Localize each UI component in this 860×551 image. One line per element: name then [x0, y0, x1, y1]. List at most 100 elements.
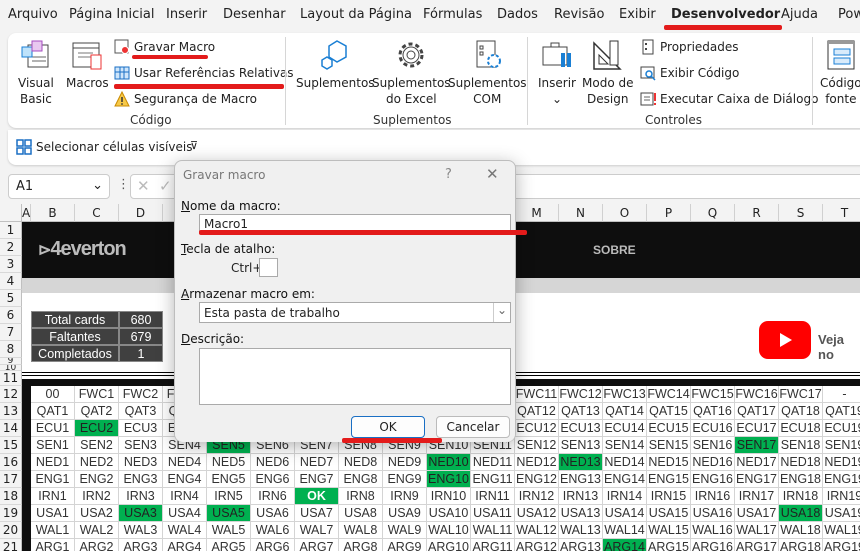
- sticker-cell[interactable]: NED11: [471, 454, 515, 471]
- sticker-cell[interactable]: WAL10: [427, 522, 471, 539]
- sticker-cell[interactable]: ENG10: [427, 471, 471, 488]
- selecionar-celulas-visiveis-button[interactable]: Selecionar células visíveis: [16, 139, 192, 155]
- sticker-cell[interactable]: FWC15: [691, 386, 735, 403]
- tab-página-inicial[interactable]: Página Inicial: [69, 7, 154, 22]
- sticker-cell[interactable]: SEN16: [691, 437, 735, 454]
- sticker-cell[interactable]: USA8: [339, 505, 383, 522]
- sticker-cell[interactable]: WAL8: [339, 522, 383, 539]
- sticker-cell[interactable]: WAL13: [559, 522, 603, 539]
- row-header-21[interactable]: 21: [0, 539, 22, 551]
- suplementos-button[interactable]: Suplementos: [296, 39, 375, 91]
- sticker-cell[interactable]: USA13: [559, 505, 603, 522]
- store-macro-select[interactable]: Esta pasta de trabalho ⌄: [199, 302, 511, 323]
- sticker-cell[interactable]: SEN2: [75, 437, 119, 454]
- sticker-cell[interactable]: ENG11: [471, 471, 515, 488]
- sticker-cell[interactable]: IRN16: [691, 488, 735, 505]
- row-header-3[interactable]: 3: [0, 256, 22, 273]
- sticker-cell[interactable]: ENG1: [31, 471, 75, 488]
- sticker-cell[interactable]: ECU2: [75, 420, 119, 437]
- usar-referencias-relativas-button[interactable]: Usar Referências Relativas: [114, 65, 294, 81]
- sticker-cell[interactable]: SEN12: [515, 437, 559, 454]
- sticker-cell[interactable]: ECU17: [735, 420, 779, 437]
- sticker-cell[interactable]: ARG9: [383, 539, 427, 551]
- sticker-cell[interactable]: ARG8: [339, 539, 383, 551]
- sticker-cell[interactable]: FWC1: [75, 386, 119, 403]
- sticker-cell[interactable]: USA14: [603, 505, 647, 522]
- sobre-link[interactable]: SOBRE: [593, 243, 636, 257]
- row-header-1[interactable]: 1: [0, 222, 22, 239]
- sticker-cell[interactable]: USA19: [823, 505, 860, 522]
- sticker-cell[interactable]: ECU3: [119, 420, 163, 437]
- sticker-cell[interactable]: WAL6: [251, 522, 295, 539]
- sticker-cell[interactable]: FWC13: [603, 386, 647, 403]
- codigo-fonte-button[interactable]: Código fonte: [820, 39, 860, 107]
- row-header-9[interactable]: 9: [0, 358, 22, 365]
- row-header-8[interactable]: 8: [0, 341, 22, 358]
- sticker-cell[interactable]: WAL18: [779, 522, 823, 539]
- tab-inserir[interactable]: Inserir: [166, 7, 207, 22]
- row-header-13[interactable]: 13: [0, 403, 22, 420]
- sticker-cell[interactable]: NED9: [383, 454, 427, 471]
- sticker-cell[interactable]: NED14: [603, 454, 647, 471]
- sticker-cell[interactable]: IRN1: [31, 488, 75, 505]
- row-header-19[interactable]: 19: [0, 505, 22, 522]
- sticker-cell[interactable]: WAL7: [295, 522, 339, 539]
- sticker-cell[interactable]: USA15: [647, 505, 691, 522]
- visual-basic-button[interactable]: Visual Basic: [18, 39, 54, 107]
- sticker-cell[interactable]: ARG12: [515, 539, 559, 551]
- sticker-cell[interactable]: ARG10: [427, 539, 471, 551]
- row-header-5[interactable]: 5: [0, 290, 22, 307]
- sticker-cell[interactable]: IRN11: [471, 488, 515, 505]
- column-header-M[interactable]: M: [515, 204, 559, 222]
- sticker-cell[interactable]: NED18: [779, 454, 823, 471]
- sticker-cell[interactable]: ARG19: [823, 539, 860, 551]
- sticker-cell[interactable]: WAL19: [823, 522, 860, 539]
- sticker-cell[interactable]: ENG5: [207, 471, 251, 488]
- sticker-cell[interactable]: QAT13: [559, 403, 603, 420]
- sticker-cell[interactable]: QAT17: [735, 403, 779, 420]
- row-header-16[interactable]: 16: [0, 454, 22, 471]
- youtube-icon[interactable]: [759, 321, 811, 359]
- column-header-T[interactable]: T: [823, 204, 860, 222]
- sticker-cell[interactable]: IRN5: [207, 488, 251, 505]
- sticker-cell[interactable]: USA2: [75, 505, 119, 522]
- sticker-cell[interactable]: ECU15: [647, 420, 691, 437]
- sticker-cell[interactable]: ENG6: [251, 471, 295, 488]
- row-header-17[interactable]: 17: [0, 471, 22, 488]
- sticker-cell[interactable]: ENG19: [823, 471, 860, 488]
- sticker-cell[interactable]: NED19: [823, 454, 860, 471]
- tab-desenvolvedor[interactable]: Desenvolvedor: [671, 7, 780, 22]
- sticker-cell[interactable]: NED7: [295, 454, 339, 471]
- sticker-cell[interactable]: ARG2: [75, 539, 119, 551]
- sticker-cell[interactable]: ENG12: [515, 471, 559, 488]
- row-header-6[interactable]: 6: [0, 307, 22, 324]
- check-icon[interactable]: ✓: [159, 177, 172, 195]
- row-header-15[interactable]: 15: [0, 437, 22, 454]
- sticker-cell[interactable]: USA11: [471, 505, 515, 522]
- sticker-cell[interactable]: WAL2: [75, 522, 119, 539]
- sticker-cell[interactable]: ARG15: [647, 539, 691, 551]
- sticker-cell[interactable]: 00: [31, 386, 75, 403]
- sticker-cell[interactable]: SEN14: [603, 437, 647, 454]
- sticker-cell[interactable]: ENG14: [603, 471, 647, 488]
- sticker-cell[interactable]: ECU18: [779, 420, 823, 437]
- row-header-11[interactable]: 11: [0, 371, 22, 386]
- sticker-cell[interactable]: USA3: [119, 505, 163, 522]
- sticker-cell[interactable]: ENG2: [75, 471, 119, 488]
- sticker-cell[interactable]: IRN18: [779, 488, 823, 505]
- sticker-cell[interactable]: USA18: [779, 505, 823, 522]
- sticker-cell[interactable]: NED17: [735, 454, 779, 471]
- description-textarea[interactable]: [199, 348, 511, 405]
- sticker-cell[interactable]: IRN17: [735, 488, 779, 505]
- sticker-cell[interactable]: NED13: [559, 454, 603, 471]
- sticker-cell[interactable]: NED12: [515, 454, 559, 471]
- sticker-cell[interactable]: FWC16: [735, 386, 779, 403]
- sticker-cell[interactable]: ARG18: [779, 539, 823, 551]
- sticker-cell[interactable]: QAT18: [779, 403, 823, 420]
- row-header-7[interactable]: 7: [0, 324, 22, 341]
- sticker-cell[interactable]: IRN2: [75, 488, 119, 505]
- suplementos-com-button[interactable]: Suplementos COM: [448, 39, 527, 107]
- tab-layout-da-página[interactable]: Layout da Página: [300, 7, 412, 22]
- sticker-cell[interactable]: IRN8: [339, 488, 383, 505]
- sticker-cell[interactable]: USA4: [163, 505, 207, 522]
